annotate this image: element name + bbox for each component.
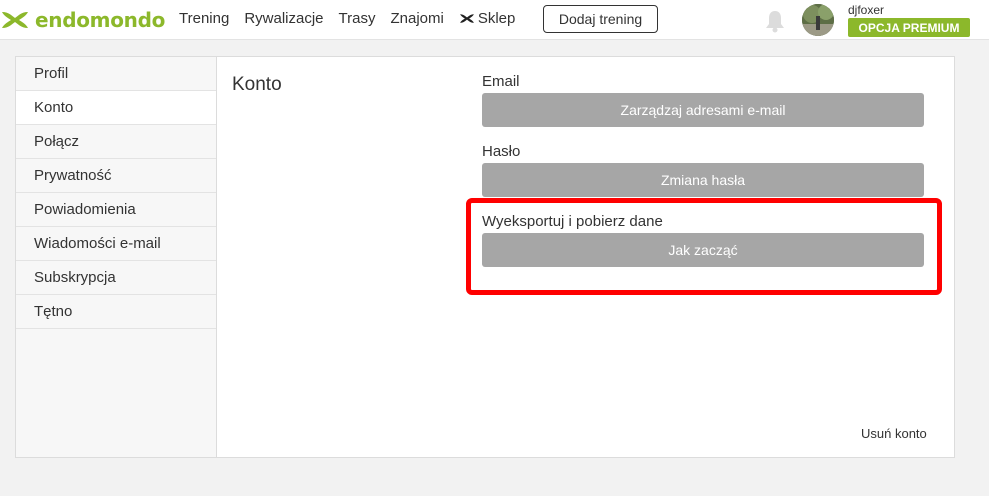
under-armour-icon	[459, 14, 474, 23]
nav-item-rywalizacje[interactable]: Rywalizacje	[244, 10, 323, 27]
export-get-started-button[interactable]: Jak zacząć	[482, 233, 924, 267]
nav-item-sklep[interactable]: Sklep	[459, 10, 516, 27]
premium-button[interactable]: OPCJA PREMIUM	[848, 18, 970, 37]
manage-emails-button[interactable]: Zarządzaj adresami e-mail	[482, 93, 924, 127]
sidebar-item-polacz[interactable]: Połącz	[16, 125, 216, 159]
nav-shop-label: Sklep	[477, 10, 516, 27]
change-password-button[interactable]: Zmiana hasła	[482, 163, 924, 197]
page-title: Konto	[232, 74, 282, 95]
password-label: Hasło	[482, 143, 521, 160]
settings-sidebar: Profil Konto Połącz Prywatność Powiadomi…	[16, 57, 217, 457]
sidebar-item-powiadomienia[interactable]: Powiadomienia	[16, 193, 216, 227]
sidebar-item-konto[interactable]: Konto	[16, 91, 216, 125]
top-bar: endomondo Trening Rywalizacje Trasy Znaj…	[0, 0, 989, 40]
sidebar-item-subskrypcja[interactable]: Subskrypcja	[16, 261, 216, 295]
export-data-label: Wyeksportuj i pobierz dane	[482, 213, 663, 230]
delete-account-link[interactable]: Usuń konto	[861, 426, 927, 441]
username[interactable]: djfoxer	[848, 3, 884, 17]
settings-panel: Profil Konto Połącz Prywatność Powiadomi…	[15, 56, 955, 458]
email-label: Email	[482, 73, 520, 90]
bell-icon[interactable]	[764, 9, 786, 33]
nav-item-trening[interactable]: Trening	[179, 10, 229, 27]
sidebar-item-wiadomosci-email[interactable]: Wiadomości e-mail	[16, 227, 216, 261]
add-training-button[interactable]: Dodaj trening	[543, 5, 658, 33]
nav-item-znajomi[interactable]: Znajomi	[390, 10, 443, 27]
sidebar-item-prywatnosc[interactable]: Prywatność	[16, 159, 216, 193]
avatar-photo-icon	[802, 4, 834, 36]
brand-logo[interactable]: endomondo	[0, 7, 165, 33]
main-nav: Trening Rywalizacje Trasy Znajomi Sklep	[179, 10, 530, 27]
avatar[interactable]	[802, 4, 834, 36]
brand-name: endomondo	[35, 8, 166, 32]
nav-item-trasy[interactable]: Trasy	[339, 10, 376, 27]
under-armour-logo-icon	[2, 12, 28, 28]
sidebar-item-tetno[interactable]: Tętno	[16, 295, 216, 329]
sidebar-item-profil[interactable]: Profil	[16, 57, 216, 91]
